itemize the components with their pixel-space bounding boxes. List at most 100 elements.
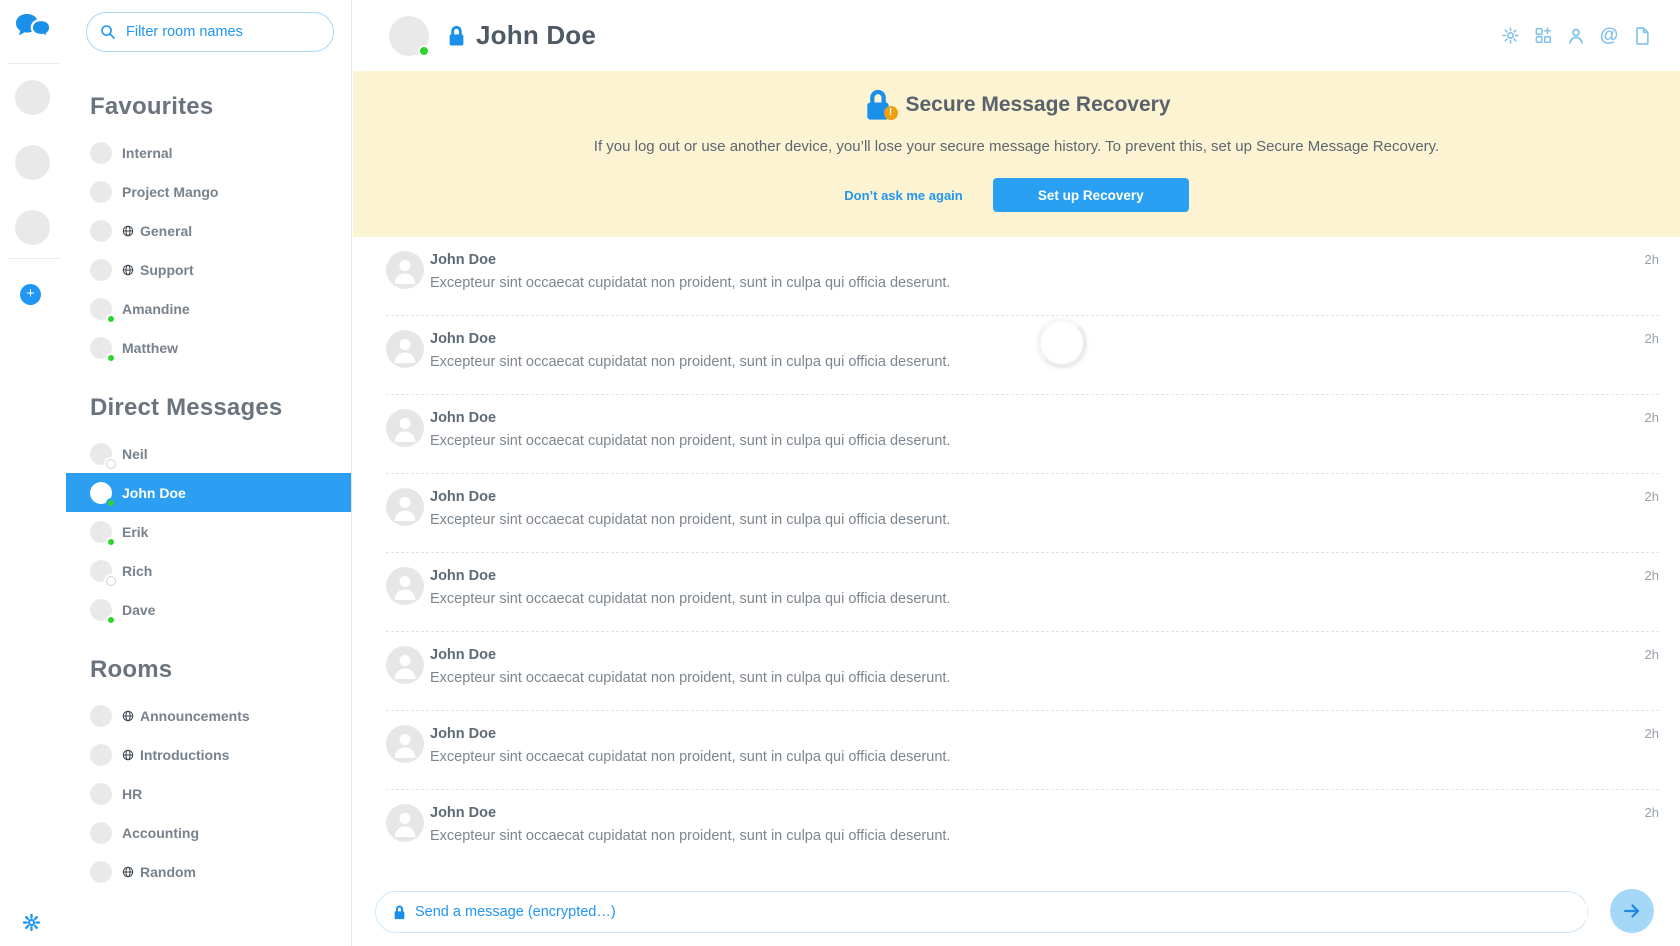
room-item-announcements[interactable]: Announcements: [66, 696, 351, 735]
settings-gear-icon[interactable]: [22, 913, 41, 932]
set-up-recovery-button[interactable]: Set up Recovery: [993, 178, 1189, 212]
create-room-button[interactable]: +: [20, 284, 41, 305]
room-item-amandine[interactable]: Amandine: [66, 289, 351, 328]
message-timestamp: 2h: [1645, 410, 1659, 425]
message-row[interactable]: John Doe Excepteur sint occaecat cupidat…: [386, 553, 1659, 632]
room-label: Dave: [122, 602, 155, 618]
message-text: Excepteur sint occaecat cupidatat non pr…: [430, 512, 1659, 528]
dont-ask-again-link[interactable]: Don’t ask me again: [844, 188, 962, 203]
message-timestamp: 2h: [1645, 252, 1659, 267]
warning-badge: !: [884, 106, 898, 120]
message-sender: John Doe: [430, 331, 1659, 347]
message-list: John Doe Excepteur sint occaecat cupidat…: [353, 237, 1680, 879]
rail-room-avatar[interactable]: [15, 80, 50, 115]
room-avatar: [90, 482, 112, 504]
rail-divider: [7, 63, 60, 64]
app-logo-icon[interactable]: [14, 10, 54, 46]
room-label: Internal: [122, 145, 173, 161]
message-text: Excepteur sint occaecat cupidatat non pr…: [430, 749, 1659, 765]
user-avatar-icon: [386, 804, 424, 842]
room-avatar: [90, 337, 112, 359]
message-sender: John Doe: [430, 489, 1659, 505]
message-sender: John Doe: [430, 647, 1659, 663]
room-item-hr[interactable]: HR: [66, 774, 351, 813]
banner-head: ! Secure Message Recovery: [863, 89, 1171, 121]
integrations-icon[interactable]: [1533, 26, 1553, 46]
room-item-introductions[interactable]: Introductions: [66, 735, 351, 774]
globe-icon: [122, 264, 134, 276]
user-avatar-icon: [386, 251, 424, 289]
room-label: Accounting: [122, 825, 199, 841]
room-avatar: [90, 259, 112, 281]
message-input-pill[interactable]: [375, 891, 1588, 933]
room-label: Announcements: [140, 708, 250, 724]
section-title: Direct Messages: [90, 394, 351, 422]
room-item-project-mango[interactable]: Project Mango: [66, 172, 351, 211]
message-timestamp: 2h: [1645, 568, 1659, 583]
room-label: John Doe: [122, 485, 186, 501]
message-row[interactable]: John Doe Excepteur sint occaecat cupidat…: [386, 316, 1659, 395]
rail-room-avatar[interactable]: [15, 145, 50, 180]
filter-room-names-input[interactable]: [126, 24, 306, 40]
members-icon[interactable]: [1566, 26, 1586, 46]
presence-dot: [106, 498, 116, 508]
room-item-random[interactable]: Random: [66, 852, 351, 891]
mentions-icon[interactable]: @: [1599, 26, 1619, 46]
presence-dot: [418, 45, 430, 57]
room-item-neil[interactable]: Neil: [66, 434, 351, 473]
send-button[interactable]: [1610, 889, 1654, 933]
message-row[interactable]: John Doe Excepteur sint occaecat cupidat…: [386, 790, 1659, 869]
room-label: Project Mango: [122, 184, 218, 200]
files-icon[interactable]: [1632, 26, 1652, 46]
message-timestamp: 2h: [1645, 489, 1659, 504]
send-arrow-icon: [1621, 900, 1643, 922]
user-avatar-icon: [386, 409, 424, 447]
room-item-internal[interactable]: Internal: [66, 133, 351, 172]
room-filter[interactable]: [86, 12, 334, 52]
message-input[interactable]: [415, 904, 1587, 920]
message-row[interactable]: John Doe Excepteur sint occaecat cupidat…: [386, 474, 1659, 553]
presence-dot: [106, 459, 116, 469]
banner-body-text: If you log out or use another device, yo…: [594, 138, 1439, 155]
room-item-accounting[interactable]: Accounting: [66, 813, 351, 852]
room-avatar: [90, 783, 112, 805]
room-item-rich[interactable]: Rich: [66, 551, 351, 590]
secure-recovery-banner: ! Secure Message Recovery If you log out…: [353, 71, 1680, 237]
room-avatar: [90, 181, 112, 203]
banner-title: Secure Message Recovery: [906, 93, 1171, 117]
room-item-john-doe[interactable]: John Doe: [66, 473, 351, 512]
room-label: Erik: [122, 524, 148, 540]
message-timestamp: 2h: [1645, 647, 1659, 662]
room-item-matthew[interactable]: Matthew: [66, 328, 351, 367]
globe-icon: [122, 710, 134, 722]
message-timestamp: 2h: [1645, 805, 1659, 820]
rail-room-avatar[interactable]: [15, 210, 50, 245]
message-row[interactable]: John Doe Excepteur sint occaecat cupidat…: [386, 395, 1659, 474]
room-avatar: [90, 861, 112, 883]
message-row[interactable]: John Doe Excepteur sint occaecat cupidat…: [386, 237, 1659, 316]
room-avatar: [90, 705, 112, 727]
message-text: Excepteur sint occaecat cupidatat non pr…: [430, 275, 1659, 291]
presence-dot: [106, 353, 116, 363]
message-row[interactable]: John Doe Excepteur sint occaecat cupidat…: [386, 632, 1659, 711]
user-avatar-icon: [386, 567, 424, 605]
room-label: Support: [140, 262, 194, 278]
message-text: Excepteur sint occaecat cupidatat non pr…: [430, 433, 1659, 449]
section-title: Favourites: [90, 93, 351, 121]
room-header-avatar[interactable]: [389, 16, 429, 56]
nav-rail: +: [0, 0, 66, 946]
user-avatar-icon: [386, 646, 424, 684]
message-row[interactable]: John Doe Excepteur sint occaecat cupidat…: [386, 711, 1659, 790]
room-list-panel: Favourites Internal Project Mango: [66, 0, 352, 946]
room-item-general[interactable]: General: [66, 211, 351, 250]
presence-dot: [106, 314, 116, 324]
room-item-dave[interactable]: Dave: [66, 590, 351, 629]
sidebar-section: Rooms Announcements: [66, 656, 351, 891]
settings-icon[interactable]: [1500, 26, 1520, 46]
room-label: Amandine: [122, 301, 190, 317]
room-item-erik[interactable]: Erik: [66, 512, 351, 551]
chat-app: + Favourites: [0, 0, 1680, 946]
room-label: Neil: [122, 446, 148, 462]
room-avatar: [90, 560, 112, 582]
room-item-support[interactable]: Support: [66, 250, 351, 289]
